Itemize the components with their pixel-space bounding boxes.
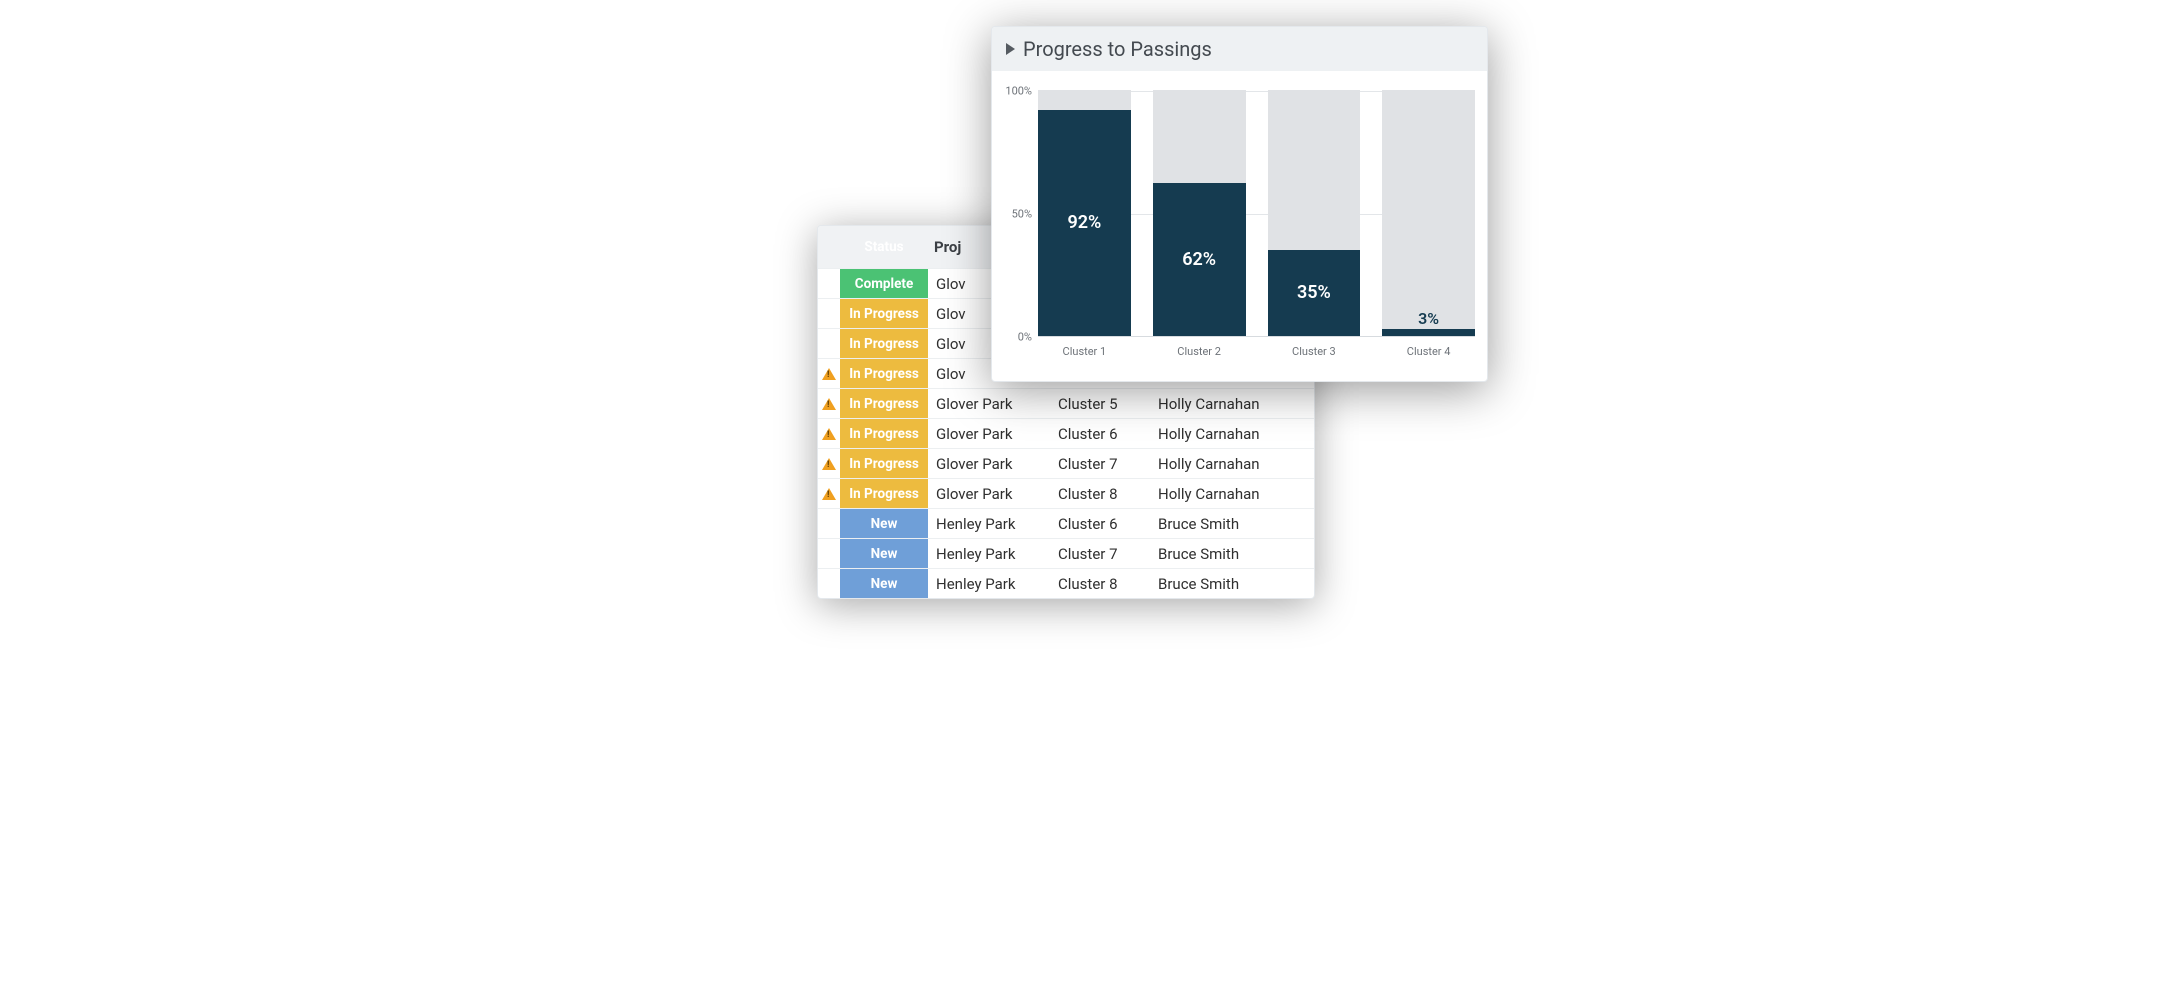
table-row[interactable]: In ProgressGlover ParkCluster 5Holly Car… [818, 388, 1314, 418]
row-warning-cell [818, 509, 840, 538]
row-warning-cell [818, 539, 840, 568]
status-badge: Complete [840, 269, 928, 298]
x-axis-label: Cluster 3 [1268, 345, 1361, 358]
warning-icon [822, 368, 836, 380]
row-warning-cell [818, 479, 840, 508]
row-warning-cell [818, 389, 840, 418]
row-warning-cell [818, 269, 840, 298]
table-row[interactable]: In ProgressGlover ParkCluster 8Holly Car… [818, 478, 1314, 508]
chart-title-bar[interactable]: Progress to Passings [992, 27, 1487, 71]
table-row[interactable]: NewHenley ParkCluster 8Bruce Smith [818, 568, 1314, 598]
bar-slot: 3% [1382, 90, 1475, 336]
chart-x-labels: Cluster 1 Cluster 2 Cluster 3 Cluster 4 [1038, 345, 1475, 358]
table-row[interactable]: In ProgressGlover ParkCluster 7Holly Car… [818, 448, 1314, 478]
status-badge: In Progress [840, 449, 928, 478]
status-badge: In Progress [840, 479, 928, 508]
bar-slot: 35% [1268, 90, 1361, 336]
status-badge: In Progress [840, 419, 928, 448]
table-header-status: Status [840, 226, 928, 268]
y-tick-100: 100% [1005, 85, 1032, 98]
owner-cell: Bruce Smith [1150, 539, 1314, 568]
bar-value[interactable]: 62% [1153, 183, 1246, 336]
chart-title: Progress to Passings [1023, 37, 1212, 61]
owner-cell: Bruce Smith [1150, 509, 1314, 538]
status-badge: In Progress [840, 299, 928, 328]
bar-background: 92% [1038, 90, 1131, 336]
warning-icon [822, 458, 836, 470]
status-badge: In Progress [840, 389, 928, 418]
bar-background: 35% [1268, 90, 1361, 336]
owner-cell: Holly Carnahan [1150, 389, 1314, 418]
owner-cell: Holly Carnahan [1150, 419, 1314, 448]
y-tick-0: 0% [1018, 331, 1032, 344]
bar-background: 62% [1153, 90, 1246, 336]
cluster-cell: Cluster 7 [1050, 449, 1150, 478]
x-axis-label: Cluster 2 [1153, 345, 1246, 358]
owner-cell: Bruce Smith [1150, 569, 1314, 598]
cluster-cell: Cluster 5 [1050, 389, 1150, 418]
bar-value[interactable]: 3% [1382, 329, 1475, 336]
owner-cell: Holly Carnahan [1150, 479, 1314, 508]
project-cell: Henley Park [928, 539, 1050, 568]
x-axis-label: Cluster 1 [1038, 345, 1131, 358]
table-row[interactable]: NewHenley ParkCluster 6Bruce Smith [818, 508, 1314, 538]
warning-icon [822, 398, 836, 410]
status-badge: In Progress [840, 329, 928, 358]
y-tick-50: 50% [1012, 208, 1032, 221]
cluster-cell: Cluster 6 [1050, 509, 1150, 538]
bar-value[interactable]: 35% [1268, 250, 1361, 336]
row-warning-cell [818, 329, 840, 358]
cluster-cell: Cluster 6 [1050, 419, 1150, 448]
cluster-cell: Cluster 8 [1050, 479, 1150, 508]
project-cell: Glover Park [928, 389, 1050, 418]
bar-slot: 92% [1038, 90, 1131, 336]
bar-slot: 62% [1153, 90, 1246, 336]
bar-value-label: 62% [1182, 249, 1216, 270]
table-row[interactable]: In ProgressGlover ParkCluster 6Holly Car… [818, 418, 1314, 448]
project-cell: Henley Park [928, 569, 1050, 598]
cluster-cell: Cluster 8 [1050, 569, 1150, 598]
warning-icon [822, 488, 836, 500]
progress-chart-card: Progress to Passings 100% 50% 0% 92% 62% 3… [991, 26, 1488, 382]
project-cell: Glover Park [928, 449, 1050, 478]
status-badge: In Progress [840, 359, 928, 388]
row-warning-cell [818, 299, 840, 328]
chart-y-axis: 100% 50% 0% [996, 91, 1036, 337]
status-badge: New [840, 539, 928, 568]
bar-value-label: 92% [1067, 212, 1101, 233]
chart-body: 100% 50% 0% 92%62%35%3% Cluster 1Cluster… [992, 71, 1487, 381]
row-warning-cell [818, 419, 840, 448]
chart-plot-area: 92% 62% 35% 3% [1038, 91, 1475, 337]
project-cell: Glover Park [928, 419, 1050, 448]
bar-value-label: 35% [1297, 282, 1331, 303]
bar-value-label: 3% [1382, 309, 1475, 328]
row-warning-cell [818, 359, 840, 388]
x-axis-label: Cluster 4 [1382, 345, 1475, 358]
cluster-cell: Cluster 7 [1050, 539, 1150, 568]
table-row[interactable]: NewHenley ParkCluster 7Bruce Smith [818, 538, 1314, 568]
project-cell: Henley Park [928, 509, 1050, 538]
table-header-warn [818, 226, 840, 268]
row-warning-cell [818, 449, 840, 478]
warning-icon [822, 428, 836, 440]
status-badge: New [840, 569, 928, 598]
row-warning-cell [818, 569, 840, 598]
owner-cell: Holly Carnahan [1150, 449, 1314, 478]
bar-value[interactable]: 92% [1038, 110, 1131, 336]
project-cell: Glover Park [928, 479, 1050, 508]
expand-triangle-icon [1006, 43, 1015, 55]
status-badge: New [840, 509, 928, 538]
bar-background: 3% [1382, 90, 1475, 336]
